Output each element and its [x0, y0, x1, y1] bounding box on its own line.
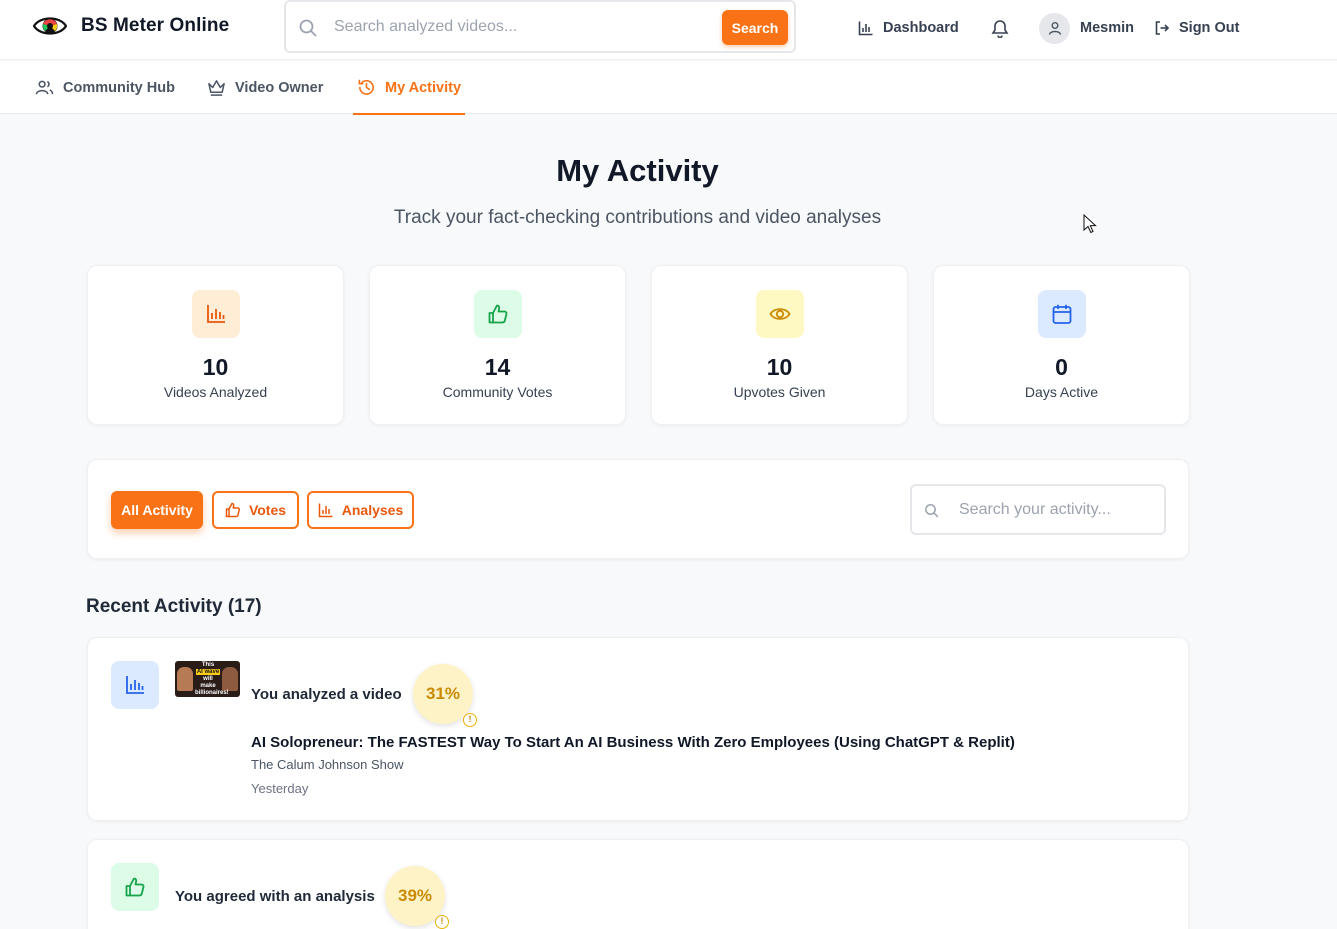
activity-icon-box	[111, 863, 159, 911]
tab-video-owner[interactable]: Video Owner	[207, 61, 323, 114]
main-tabs: Community Hub Video Owner My Activity	[0, 61, 1337, 115]
stat-icon-box	[474, 290, 522, 338]
thumbnail-caption-line: AI wave	[195, 669, 221, 675]
stat-icon-box	[756, 290, 804, 338]
stat-card-upvotes-given: 10 Upvotes Given	[651, 265, 908, 425]
filter-analyses-label: Analyses	[341, 502, 404, 518]
activity-item[interactable]: This AI wave will make billionaires! You…	[87, 637, 1189, 821]
stat-icon-box	[192, 290, 240, 338]
tab-my-activity[interactable]: My Activity	[352, 61, 466, 115]
page-title: My Activity	[556, 153, 719, 188]
dashboard-link[interactable]: Dashboard	[858, 0, 959, 56]
thumbnail-caption-line: This	[201, 662, 215, 668]
video-thumbnail[interactable]: This AI wave will make billionaires!	[175, 661, 240, 697]
user-name: Mesmin	[1080, 20, 1134, 36]
filter-analyses-button[interactable]: Analyses	[307, 491, 414, 529]
activity-filter-bar: All Activity Votes Analyses	[87, 459, 1189, 559]
stat-value: 10	[202, 354, 229, 380]
activity-search	[910, 484, 1166, 535]
search-icon	[299, 19, 317, 37]
thumbnail-person	[222, 667, 238, 691]
stat-label: Upvotes Given	[733, 384, 826, 400]
stat-card-videos-analyzed: 10 Videos Analyzed	[87, 265, 344, 425]
tab-label: Community Hub	[63, 79, 175, 96]
stat-card-community-votes: 14 Community Votes	[369, 265, 626, 425]
user-icon	[1048, 22, 1061, 35]
avatar	[1039, 12, 1070, 44]
stat-value: 10	[766, 354, 793, 380]
filter-votes-label: Votes	[248, 502, 287, 518]
bell-icon	[991, 20, 1009, 38]
bar-chart-icon	[126, 676, 144, 694]
video-search-input[interactable]	[334, 12, 714, 42]
history-icon	[358, 79, 374, 95]
tab-label: Video Owner	[235, 79, 324, 96]
users-icon	[35, 80, 54, 95]
brand[interactable]: BS Meter Online	[33, 12, 229, 40]
thumbnail-caption: This AI wave will make billionaires!	[195, 662, 229, 697]
video-channel: The Calum Johnson Show	[251, 757, 404, 772]
search-button[interactable]: Search	[722, 10, 788, 45]
bar-chart-icon	[318, 503, 333, 518]
bar-chart-icon	[207, 305, 225, 323]
thumbnail-caption-line: billionaires!	[195, 690, 229, 696]
filter-votes-button[interactable]: Votes	[212, 491, 299, 529]
brand-name: BS Meter Online	[81, 15, 230, 36]
stat-value: 14	[484, 354, 511, 380]
sign-out-label: Sign Out	[1179, 20, 1240, 36]
tab-label: My Activity	[385, 79, 462, 96]
crown-icon	[208, 80, 225, 96]
sign-out-button[interactable]: Sign Out	[1154, 0, 1239, 56]
activity-icon-box	[111, 661, 159, 709]
thumbnail-person	[177, 667, 193, 691]
stat-label: Community Votes	[442, 384, 553, 400]
filter-all-activity-button[interactable]: All Activity	[111, 491, 203, 529]
eye-logo-icon	[33, 17, 67, 35]
thumbs-up-icon	[225, 502, 240, 518]
bar-chart-icon	[858, 21, 873, 36]
activity-text: You agreed with an analysis	[175, 888, 375, 905]
video-search: Search	[284, 0, 796, 53]
warning-icon: !	[435, 915, 449, 929]
search-icon	[925, 504, 939, 518]
dashboard-label: Dashboard	[883, 20, 959, 36]
stat-icon-box	[1038, 290, 1086, 338]
video-title[interactable]: AI Solopreneur: The FASTEST Way To Start…	[251, 734, 1015, 751]
bs-score-value: 31%	[425, 684, 461, 703]
bs-score-badge: 39% !	[385, 866, 449, 929]
mouse-cursor-icon	[1083, 214, 1097, 234]
stat-card-days-active: 0 Days Active	[933, 265, 1190, 425]
top-header: BS Meter Online Search Dashboard Mesmin	[0, 0, 1337, 60]
thumbnail-caption-line: will make	[200, 676, 216, 689]
bs-score-value: 39%	[397, 886, 433, 905]
activity-time: Yesterday	[251, 781, 309, 796]
activity-search-input[interactable]	[959, 498, 1154, 522]
bs-score-badge: 31% !	[413, 664, 477, 727]
stat-value: 0	[1055, 354, 1068, 380]
stat-label: Videos Analyzed	[163, 384, 268, 400]
tab-community-hub[interactable]: Community Hub	[35, 61, 175, 114]
stat-label: Days Active	[1024, 384, 1099, 400]
sign-out-icon	[1155, 21, 1170, 35]
recent-activity-title: Recent Activity (17)	[86, 596, 262, 617]
calendar-icon	[1052, 304, 1072, 324]
user-menu[interactable]: Mesmin	[1039, 0, 1134, 56]
eye-icon	[769, 308, 791, 320]
activity-item[interactable]: You agreed with an analysis 39% !	[87, 839, 1189, 929]
thumbs-up-icon	[488, 304, 508, 324]
warning-icon: !	[463, 713, 477, 727]
thumbs-up-icon	[125, 877, 145, 897]
activity-text: You analyzed a video	[251, 686, 402, 703]
notifications-button[interactable]	[990, 0, 1010, 56]
